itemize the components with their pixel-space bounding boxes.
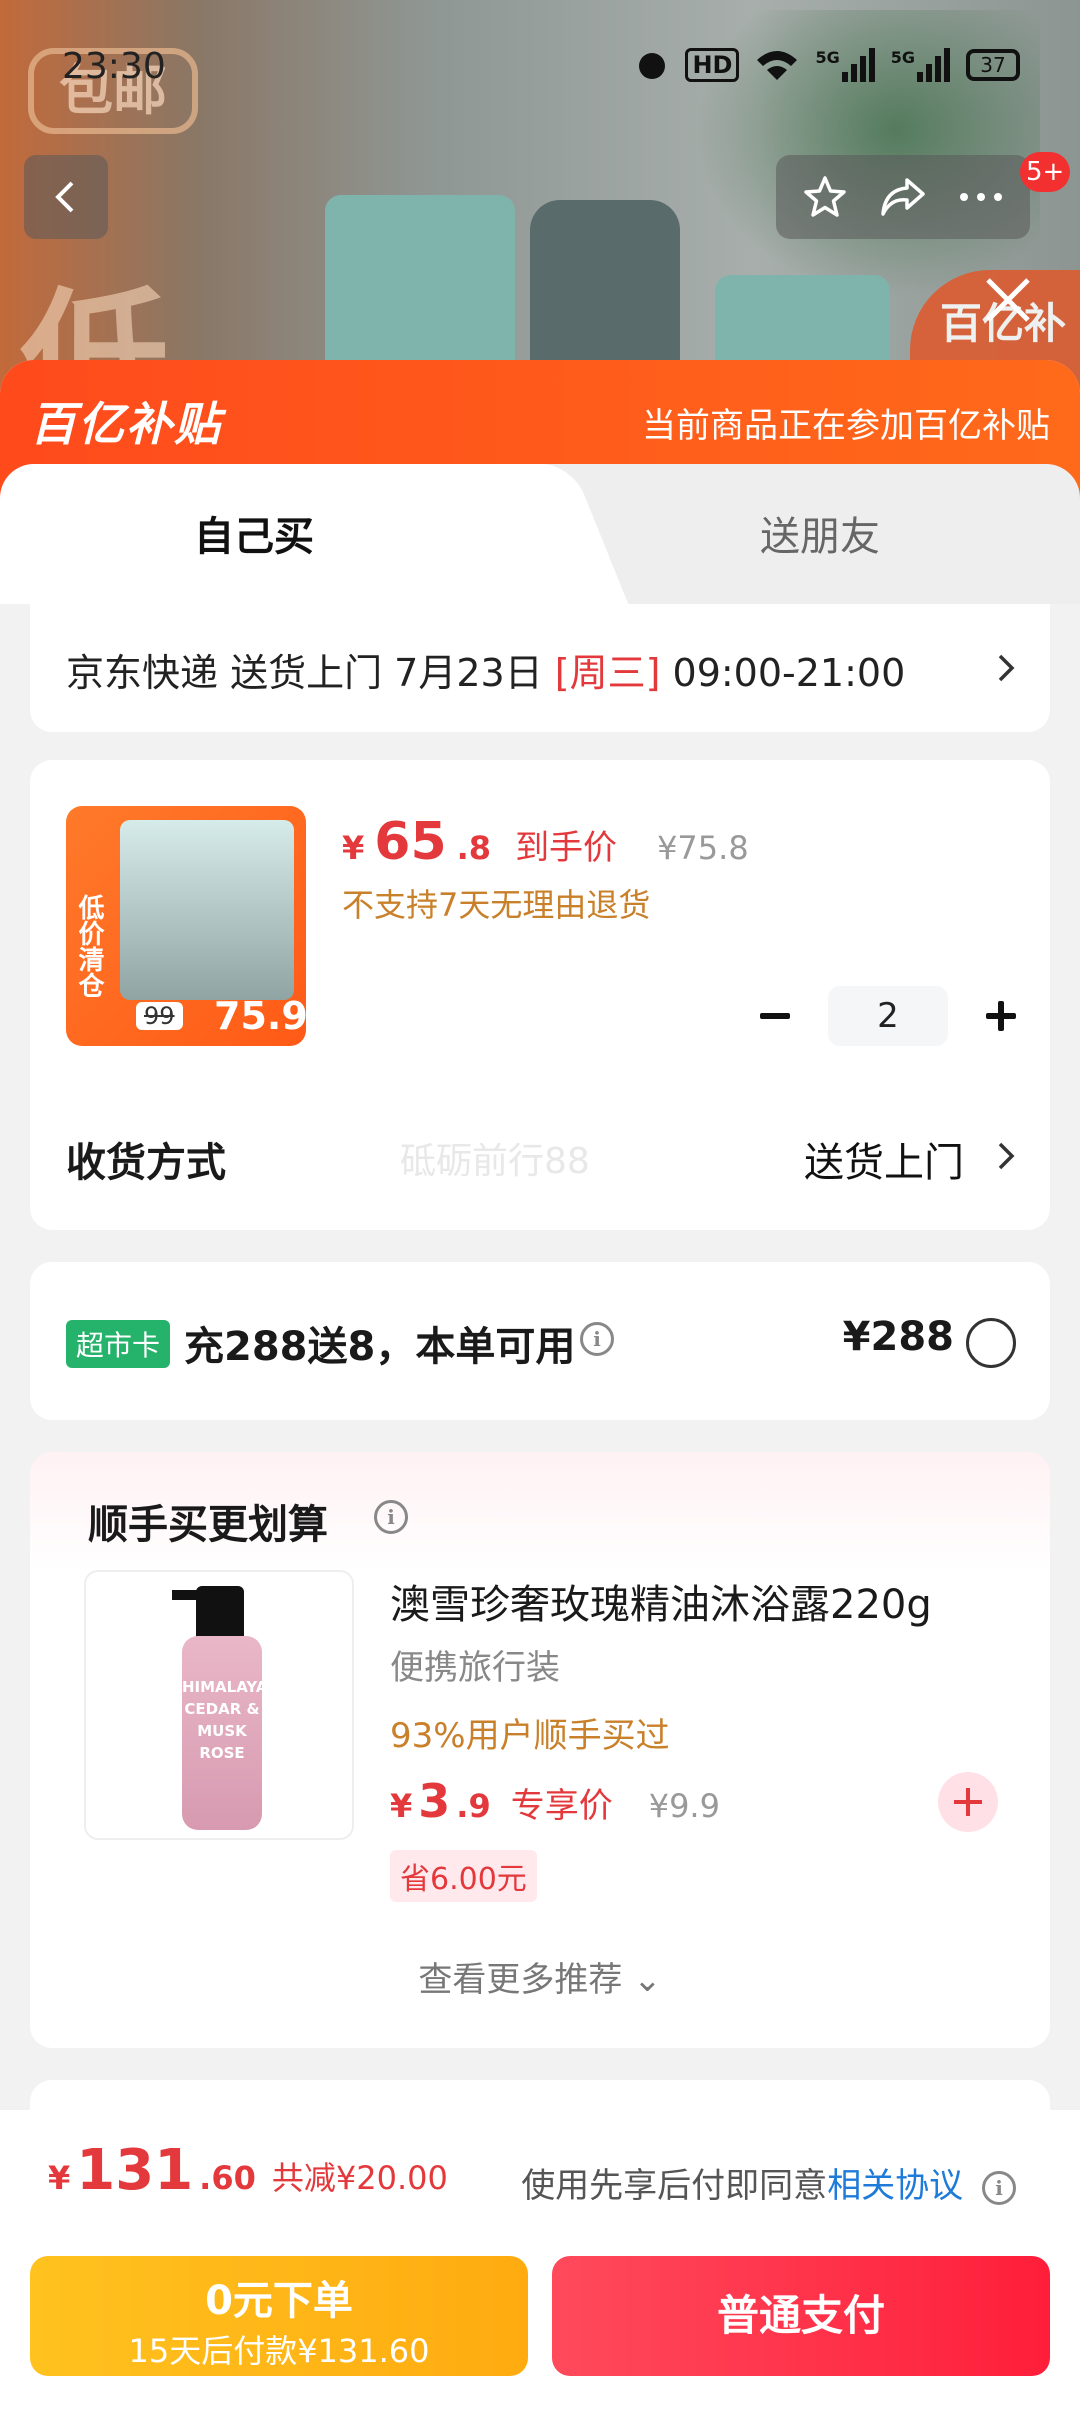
recommendation-title: 顺手买更划算 xyxy=(88,1502,328,1548)
battery-icon: 37 xyxy=(966,49,1020,81)
quantity-input[interactable]: 2 xyxy=(828,986,948,1046)
recommendation-price: ¥3.9 专享价 ¥9.9 xyxy=(390,1774,720,1828)
notification-badge: 5+ xyxy=(1020,152,1071,192)
original-price: ¥9.9 xyxy=(648,1787,720,1825)
recommendation-name[interactable]: 澳雪珍奢玫瑰精油沐浴露220g xyxy=(390,1572,932,1630)
status-time: 23:30 xyxy=(62,46,166,87)
subsidy-logo: 百亿补贴 xyxy=(30,397,222,451)
purchase-tabs: 送朋友 自己买 xyxy=(0,464,1080,604)
recommendation-popularity: 93%用户顺手买过 xyxy=(390,1716,670,1756)
favorite-button[interactable] xyxy=(797,169,853,225)
total-discount: 共减¥20.00 xyxy=(271,2159,448,2197)
quantity-stepper: 2 xyxy=(756,986,1020,1046)
return-policy: 不支持7天无理由退货 xyxy=(342,886,651,924)
minus-button[interactable] xyxy=(756,997,794,1035)
share-button[interactable] xyxy=(875,169,931,225)
recommendation-sub: 便携旅行装 xyxy=(390,1648,560,1688)
thumb-old-price: 99 xyxy=(136,1002,183,1030)
star-icon xyxy=(804,176,846,217)
share-icon xyxy=(881,178,925,216)
signal-icon: 5G xyxy=(891,48,950,82)
more-icon xyxy=(960,193,1002,201)
product-thumbnail[interactable]: 低价清仓 99 75.9 xyxy=(66,806,306,1046)
more-recommendations-link[interactable]: 查看更多推荐 ⌄ xyxy=(30,1952,1050,2001)
info-icon[interactable]: i xyxy=(374,1500,408,1534)
thumb-new-price: 75.9 xyxy=(214,994,306,1038)
thumb-scene xyxy=(120,820,294,1000)
header-actions xyxy=(776,155,1030,239)
agreement-link[interactable]: 相关协议 xyxy=(827,2166,963,2206)
hd-icon: HD xyxy=(685,48,740,82)
back-button[interactable] xyxy=(24,155,108,239)
market-card-radio[interactable] xyxy=(966,1318,1016,1368)
product-card: 低价清仓 99 75.9 ¥65.8 到手价 ¥75.8 不支持7天无理由退货 … xyxy=(30,760,1050,1230)
info-icon[interactable]: i xyxy=(580,1322,614,1356)
recommendation-card: 顺手买更划算 i HIMALAYA CEDAR & MUSK ROSE 澳雪珍奢… xyxy=(30,1452,1050,2048)
info-icon[interactable]: i xyxy=(982,2170,1016,2205)
delivery-text: 京东快递 送货上门 7月23日 [周三] 09:00-21:00 xyxy=(66,651,906,695)
delivery-weekday: [周三] xyxy=(554,651,661,695)
subsidy-note: 当前商品正在参加百亿补贴 xyxy=(642,406,1050,446)
add-recommendation-button[interactable] xyxy=(938,1772,998,1832)
order-total: ¥131.60 共减¥20.00 xyxy=(48,2138,448,2203)
agreement-text: 使用先享后付即同意相关协议 i xyxy=(521,2158,1016,2207)
status-icons: HD 5G 5G 37 xyxy=(635,48,1020,82)
original-price: ¥75.8 xyxy=(657,829,749,867)
shipping-label: 收货方式 xyxy=(66,1140,226,1186)
price-label: 到手价 xyxy=(515,828,618,868)
market-card-price: ¥288 xyxy=(842,1314,954,1360)
alarm-icon xyxy=(639,53,666,79)
market-card-text: 充288送8，本单可用 xyxy=(184,1324,576,1370)
product-price: ¥65.8 到手价 ¥75.8 xyxy=(342,812,749,872)
close-icon[interactable] xyxy=(980,272,1036,328)
recommendation-image[interactable]: HIMALAYA CEDAR & MUSK ROSE xyxy=(84,1570,354,1840)
market-card-offer: 超市卡 充288送8，本单可用 i ¥288 xyxy=(30,1262,1050,1420)
chevron-left-icon xyxy=(55,181,74,213)
plus-button[interactable] xyxy=(982,997,1020,1035)
chevron-right-icon xyxy=(998,654,1015,682)
bottle-label: HIMALAYA CEDAR & MUSK ROSE xyxy=(182,1636,267,1830)
checkout-footer: ¥131.60 共减¥20.00 使用先享后付即同意相关协议 i 0元下单 15… xyxy=(0,2110,1080,2412)
thumb-side-text: 低价清仓 xyxy=(74,894,104,998)
shipping-method[interactable]: 送货上门 xyxy=(804,1130,964,1188)
tab-label: 自己买 xyxy=(194,514,314,560)
watermark: 砥砺前行88 xyxy=(400,1141,590,1182)
tab-buy-self[interactable]: 自己买 xyxy=(0,464,560,604)
save-badge: 省6.00元 xyxy=(390,1850,537,1902)
signal-icon: 5G xyxy=(815,48,875,82)
tab-label: 送朋友 xyxy=(760,514,880,560)
market-card-tag: 超市卡 xyxy=(66,1320,171,1368)
more-button[interactable] xyxy=(953,169,1009,225)
status-bar: 23:30 HD 5G 5G 37 xyxy=(0,0,1080,140)
delivery-time-row[interactable]: 京东快递 送货上门 7月23日 [周三] 09:00-21:00 xyxy=(30,604,1050,732)
checkout-sheet: 百亿补贴 当前商品正在参加百亿补贴 送朋友 自己买 京东快递 送货上门 7月23… xyxy=(0,360,1080,2412)
chevron-right-icon[interactable] xyxy=(992,1136,1020,1176)
wifi-icon xyxy=(757,51,798,80)
pay-later-button[interactable]: 0元下单 15天后付款¥131.60 xyxy=(30,2256,528,2376)
normal-pay-button[interactable]: 普通支付 xyxy=(552,2256,1050,2376)
